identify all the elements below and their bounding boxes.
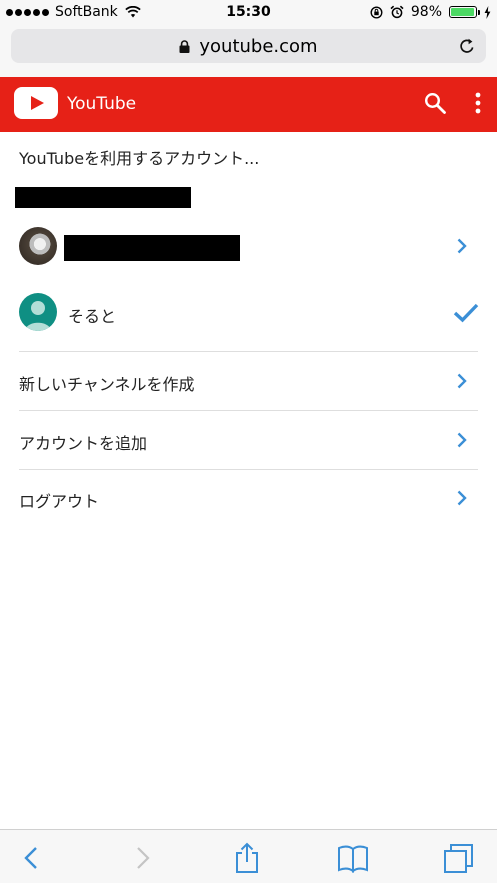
back-icon[interactable] (16, 842, 48, 874)
battery-level (451, 8, 475, 16)
browser-address-bar: youtube.com (0, 26, 497, 77)
account-name: そると (68, 307, 117, 326)
youtube-header: YouTube (0, 77, 497, 132)
account-row-1[interactable] (0, 217, 497, 275)
chevron-right-icon (457, 432, 467, 448)
account-prompt: YouTubeを利用するアカウント... (19, 149, 260, 168)
default-avatar-icon (19, 293, 57, 331)
orientation-lock-icon (370, 5, 383, 19)
battery-percent: 98% (410, 4, 442, 20)
chevron-right-icon (457, 490, 467, 506)
charging-bolt-icon (484, 5, 491, 19)
chevron-right-icon (457, 238, 467, 254)
share-icon[interactable] (231, 842, 263, 874)
logout-label: ログアウト (19, 492, 100, 511)
avatar (19, 227, 57, 265)
create-channel-row[interactable]: 新しいチャンネルを作成 (0, 352, 497, 410)
account-row-2[interactable]: そると (0, 282, 497, 344)
more-vert-icon[interactable] (470, 91, 486, 117)
header-title: YouTube (67, 94, 137, 114)
status-bar: SoftBank 15:30 98% (0, 0, 497, 26)
redacted-account-name (64, 235, 240, 261)
logout-row[interactable]: ログアウト (0, 470, 497, 528)
create-channel-label: 新しいチャンネルを作成 (19, 375, 195, 394)
check-icon (453, 303, 479, 323)
screen: SoftBank 15:30 98% youtube.com YouTube Y… (0, 0, 497, 883)
search-icon[interactable] (423, 91, 447, 115)
tabs-icon[interactable] (443, 842, 475, 874)
redacted-email (15, 187, 191, 208)
reload-icon[interactable] (458, 37, 476, 55)
lock-icon (179, 39, 190, 53)
alarm-icon (390, 5, 404, 19)
forward-icon[interactable] (126, 842, 158, 874)
bookmarks-icon[interactable] (337, 842, 369, 874)
status-right: 98% (370, 4, 491, 20)
battery-icon (449, 6, 480, 18)
youtube-logo-icon[interactable] (14, 87, 58, 119)
browser-toolbar (0, 829, 497, 883)
chevron-right-icon (457, 373, 467, 389)
add-account-label: アカウントを追加 (19, 434, 148, 453)
url-text: youtube.com (199, 35, 318, 57)
url-field[interactable]: youtube.com (11, 29, 486, 63)
add-account-row[interactable]: アカウントを追加 (0, 411, 497, 469)
